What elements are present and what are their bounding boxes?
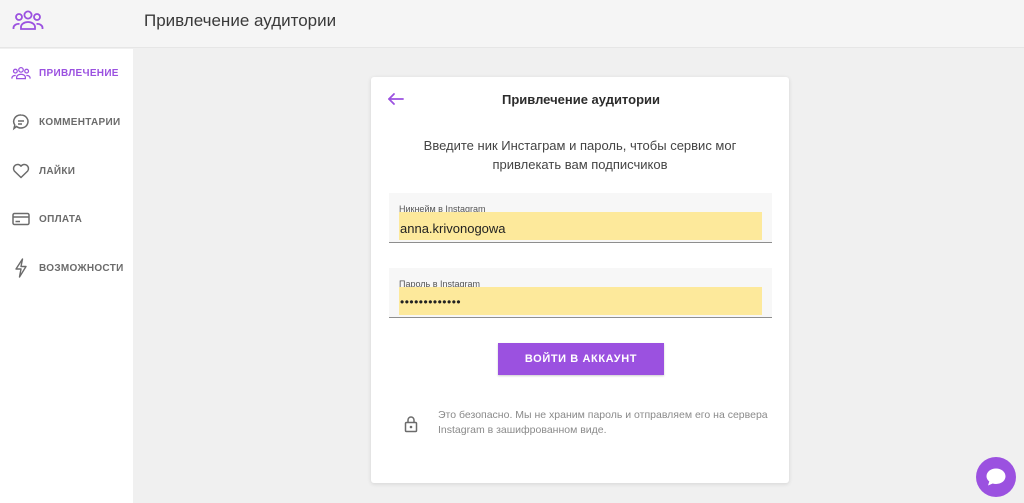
security-note: Это безопасно. Мы не храним пароль и отп… xyxy=(438,409,768,436)
sidebar-item-features[interactable]: ВОЗМОЖНОСТИ xyxy=(0,254,133,282)
chat-button[interactable] xyxy=(976,457,1016,497)
password-field: Пароль в Instagram xyxy=(389,268,772,318)
users-group-icon xyxy=(11,63,31,83)
page-title: Привлечение аудитории xyxy=(144,11,337,30)
sidebar-item-label: КОММЕНТАРИИ xyxy=(39,116,121,128)
chat-bubble-icon xyxy=(986,468,1006,486)
username-field: Никнейм в Instagram xyxy=(389,193,772,243)
sidebar-item-label: ВОЗМОЖНОСТИ xyxy=(39,262,124,274)
login-button[interactable]: ВОЙТИ В АККАУНТ xyxy=(498,343,664,375)
card-title: Привлечение аудитории xyxy=(502,92,660,107)
sidebar-item-label: ПРИВЛЕЧЕНИЕ xyxy=(39,67,119,79)
sidebar-item-label: ОПЛАТА xyxy=(39,213,83,225)
sidebar-item-payment[interactable]: ОПЛАТА xyxy=(0,205,133,233)
username-input[interactable] xyxy=(399,212,762,240)
lightning-icon xyxy=(11,258,31,278)
credit-card-icon xyxy=(11,209,31,229)
sidebar-item-label: ЛАЙКИ xyxy=(39,165,76,177)
card-description: Введите ник Инстаграм и пароль, чтобы се… xyxy=(423,138,737,172)
sidebar: ПРИВЛЕЧЕНИЕ КОММЕНТАРИИ ЛАЙКИ ОПЛАТА ВОЗ… xyxy=(0,49,133,503)
sidebar-item-attraction[interactable]: ПРИВЛЕЧЕНИЕ xyxy=(0,59,133,87)
lock-icon xyxy=(404,416,418,433)
users-group-icon[interactable] xyxy=(12,9,44,31)
sidebar-item-comments[interactable]: КОММЕНТАРИИ xyxy=(0,108,133,136)
heart-icon xyxy=(11,161,31,181)
password-input[interactable] xyxy=(399,287,762,315)
top-bar: Привлечение аудитории xyxy=(0,0,1024,48)
comment-icon xyxy=(11,112,31,132)
sidebar-item-likes[interactable]: ЛАЙКИ xyxy=(0,157,133,185)
login-card: Привлечение аудитории Введите ник Инстаг… xyxy=(371,77,789,483)
